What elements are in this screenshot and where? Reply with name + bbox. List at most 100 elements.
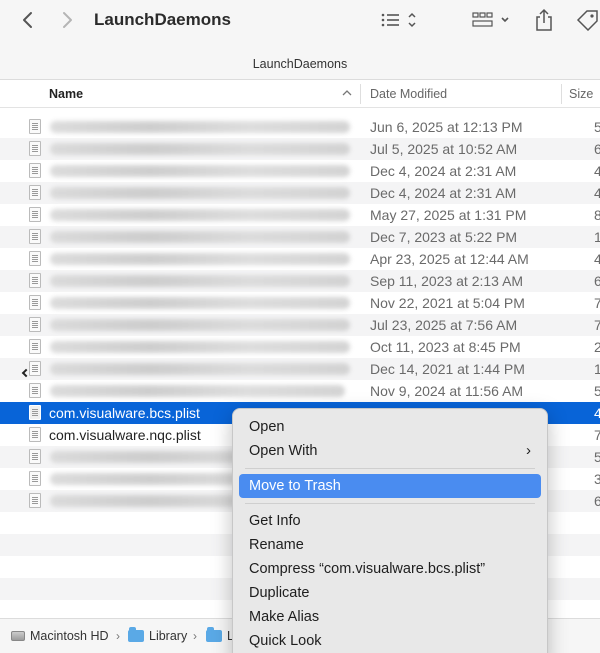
file-size: 2 <box>594 339 600 355</box>
plist-file-icon <box>29 471 41 486</box>
redacted-filename <box>50 187 350 199</box>
table-row[interactable]: May 27, 2025 at 1:31 PM 8 <box>0 204 600 226</box>
menu-item-make-alias[interactable]: Make Alias <box>239 605 541 629</box>
menu-item-label: Move to Trash <box>249 478 341 494</box>
redacted-filename <box>50 275 350 287</box>
chevron-left-icon <box>23 12 32 28</box>
plist-file-icon <box>29 141 41 156</box>
table-row[interactable]: Apr 23, 2025 at 12:44 AM 4 <box>0 248 600 270</box>
plist-file-icon <box>29 273 41 288</box>
table-row[interactable]: Oct 11, 2023 at 8:45 PM 2 <box>0 336 600 358</box>
date-modified: Dec 4, 2024 at 2:31 AM <box>370 163 517 179</box>
menu-item-quick-look[interactable]: Quick Look <box>239 629 541 653</box>
file-size: 4 <box>594 251 600 267</box>
menu-item-label: Quick Look <box>249 633 322 649</box>
menu-item-move-to-trash[interactable]: Move to Trash <box>239 474 541 498</box>
view-options-button[interactable] <box>380 8 420 32</box>
redacted-filename <box>50 165 350 177</box>
column-header: Name Date Modified Size <box>0 80 600 108</box>
menu-item-label: Open With <box>249 443 318 459</box>
redacted-filename <box>50 363 350 375</box>
share-button[interactable] <box>534 8 554 32</box>
list-view-icon <box>381 12 416 28</box>
group-button[interactable] <box>472 8 512 32</box>
file-size: 5 <box>594 383 600 399</box>
menu-item-open[interactable]: Open <box>239 415 541 439</box>
chevron-right-icon <box>63 12 72 28</box>
plist-file-icon <box>29 493 41 508</box>
column-divider[interactable] <box>561 84 562 104</box>
sort-ascending-icon <box>342 90 352 96</box>
table-row[interactable]: Nov 22, 2021 at 5:04 PM 7 <box>0 292 600 314</box>
menu-item-label: Rename <box>249 537 304 553</box>
table-row[interactable]: Dec 14, 2021 at 1:44 PM 1 <box>0 358 600 380</box>
column-date-header[interactable]: Date Modified <box>370 87 447 101</box>
date-modified: Nov 9, 2024 at 11:56 AM <box>370 383 524 399</box>
forward-button[interactable] <box>56 8 78 32</box>
menu-separator <box>245 503 535 504</box>
date-modified: Nov 22, 2021 at 5:04 PM <box>370 295 525 311</box>
plist-file-icon <box>29 229 41 244</box>
redacted-filename <box>50 385 345 397</box>
path-item-library[interactable]: Library <box>128 627 187 643</box>
table-row[interactable]: Jun 6, 2025 at 12:13 PM 5 <box>0 116 600 138</box>
file-size: 7 <box>594 317 600 333</box>
table-row[interactable]: Dec 4, 2024 at 2:31 AM 4 <box>0 182 600 204</box>
toolbar: LaunchDaemons <box>0 0 600 44</box>
file-name: com.visualware.bcs.plist <box>49 405 200 421</box>
redacted-filename <box>50 319 350 331</box>
menu-item-open-with[interactable]: Open With › <box>239 439 541 463</box>
plist-file-icon <box>29 449 41 464</box>
column-name-header[interactable]: Name <box>49 87 83 101</box>
column-size-header[interactable]: Size <box>569 87 593 101</box>
back-button[interactable] <box>17 8 39 32</box>
table-row[interactable]: Jul 23, 2025 at 7:56 AM 7 <box>0 314 600 336</box>
redacted-filename <box>50 341 350 353</box>
submenu-chevron-icon: › <box>526 442 531 459</box>
plist-file-icon <box>29 207 41 222</box>
tag-button[interactable] <box>575 8 600 32</box>
table-row[interactable]: Jul 5, 2025 at 10:52 AM 6 <box>0 138 600 160</box>
file-size: 6 <box>594 493 600 509</box>
file-size: 8 <box>594 207 600 223</box>
date-modified: Sep 11, 2023 at 2:13 AM <box>370 273 524 289</box>
date-modified: Dec 4, 2024 at 2:31 AM <box>370 185 517 201</box>
file-size: 7 <box>594 295 600 311</box>
plist-file-icon <box>29 185 41 200</box>
file-size: 1 <box>594 361 600 377</box>
plist-file-icon <box>29 361 41 376</box>
table-row[interactable]: Dec 7, 2023 at 5:22 PM 1 <box>0 226 600 248</box>
window-title: LaunchDaemons <box>94 10 231 29</box>
plist-file-icon <box>29 339 41 354</box>
table-row[interactable]: Nov 9, 2024 at 11:56 AM 5 <box>0 380 600 402</box>
menu-item-compress-com-visualware-bcs-plist[interactable]: Compress “com.visualware.bcs.plist” <box>239 557 541 581</box>
file-size: 7 <box>594 427 600 443</box>
tag-icon <box>576 10 598 31</box>
date-modified: Oct 11, 2023 at 8:45 PM <box>370 339 521 355</box>
path-item-macintosh-hd[interactable]: Macintosh HD <box>11 629 109 643</box>
plist-file-icon <box>29 427 41 442</box>
share-icon <box>536 8 552 31</box>
column-divider[interactable] <box>360 84 361 104</box>
date-modified: Jul 5, 2025 at 10:52 AM <box>370 141 518 157</box>
grid-group-icon <box>472 12 509 27</box>
plist-file-icon <box>29 163 41 178</box>
redacted-filename <box>50 143 350 155</box>
file-size: 4 <box>594 163 600 179</box>
folder-subtitle: LaunchDaemons <box>0 52 600 76</box>
menu-item-duplicate[interactable]: Duplicate <box>239 581 541 605</box>
redacted-filename <box>50 297 350 309</box>
menu-item-get-info[interactable]: Get Info <box>239 509 541 533</box>
table-row[interactable]: Dec 4, 2024 at 2:31 AM 4 <box>0 160 600 182</box>
file-size: 3 <box>594 471 600 487</box>
path-item-launchdaemons[interactable]: L <box>206 627 234 643</box>
path-separator-icon: › <box>193 629 197 643</box>
menu-item-label: Make Alias <box>249 609 320 625</box>
redacted-filename <box>50 121 350 133</box>
date-modified: Jul 23, 2025 at 7:56 AM <box>370 317 518 333</box>
table-row[interactable]: Sep 11, 2023 at 2:13 AM 6 <box>0 270 600 292</box>
file-name: com.visualware.nqc.plist <box>49 427 201 443</box>
file-size: 6 <box>594 273 600 289</box>
plist-file-icon <box>29 295 41 310</box>
menu-item-rename[interactable]: Rename <box>239 533 541 557</box>
